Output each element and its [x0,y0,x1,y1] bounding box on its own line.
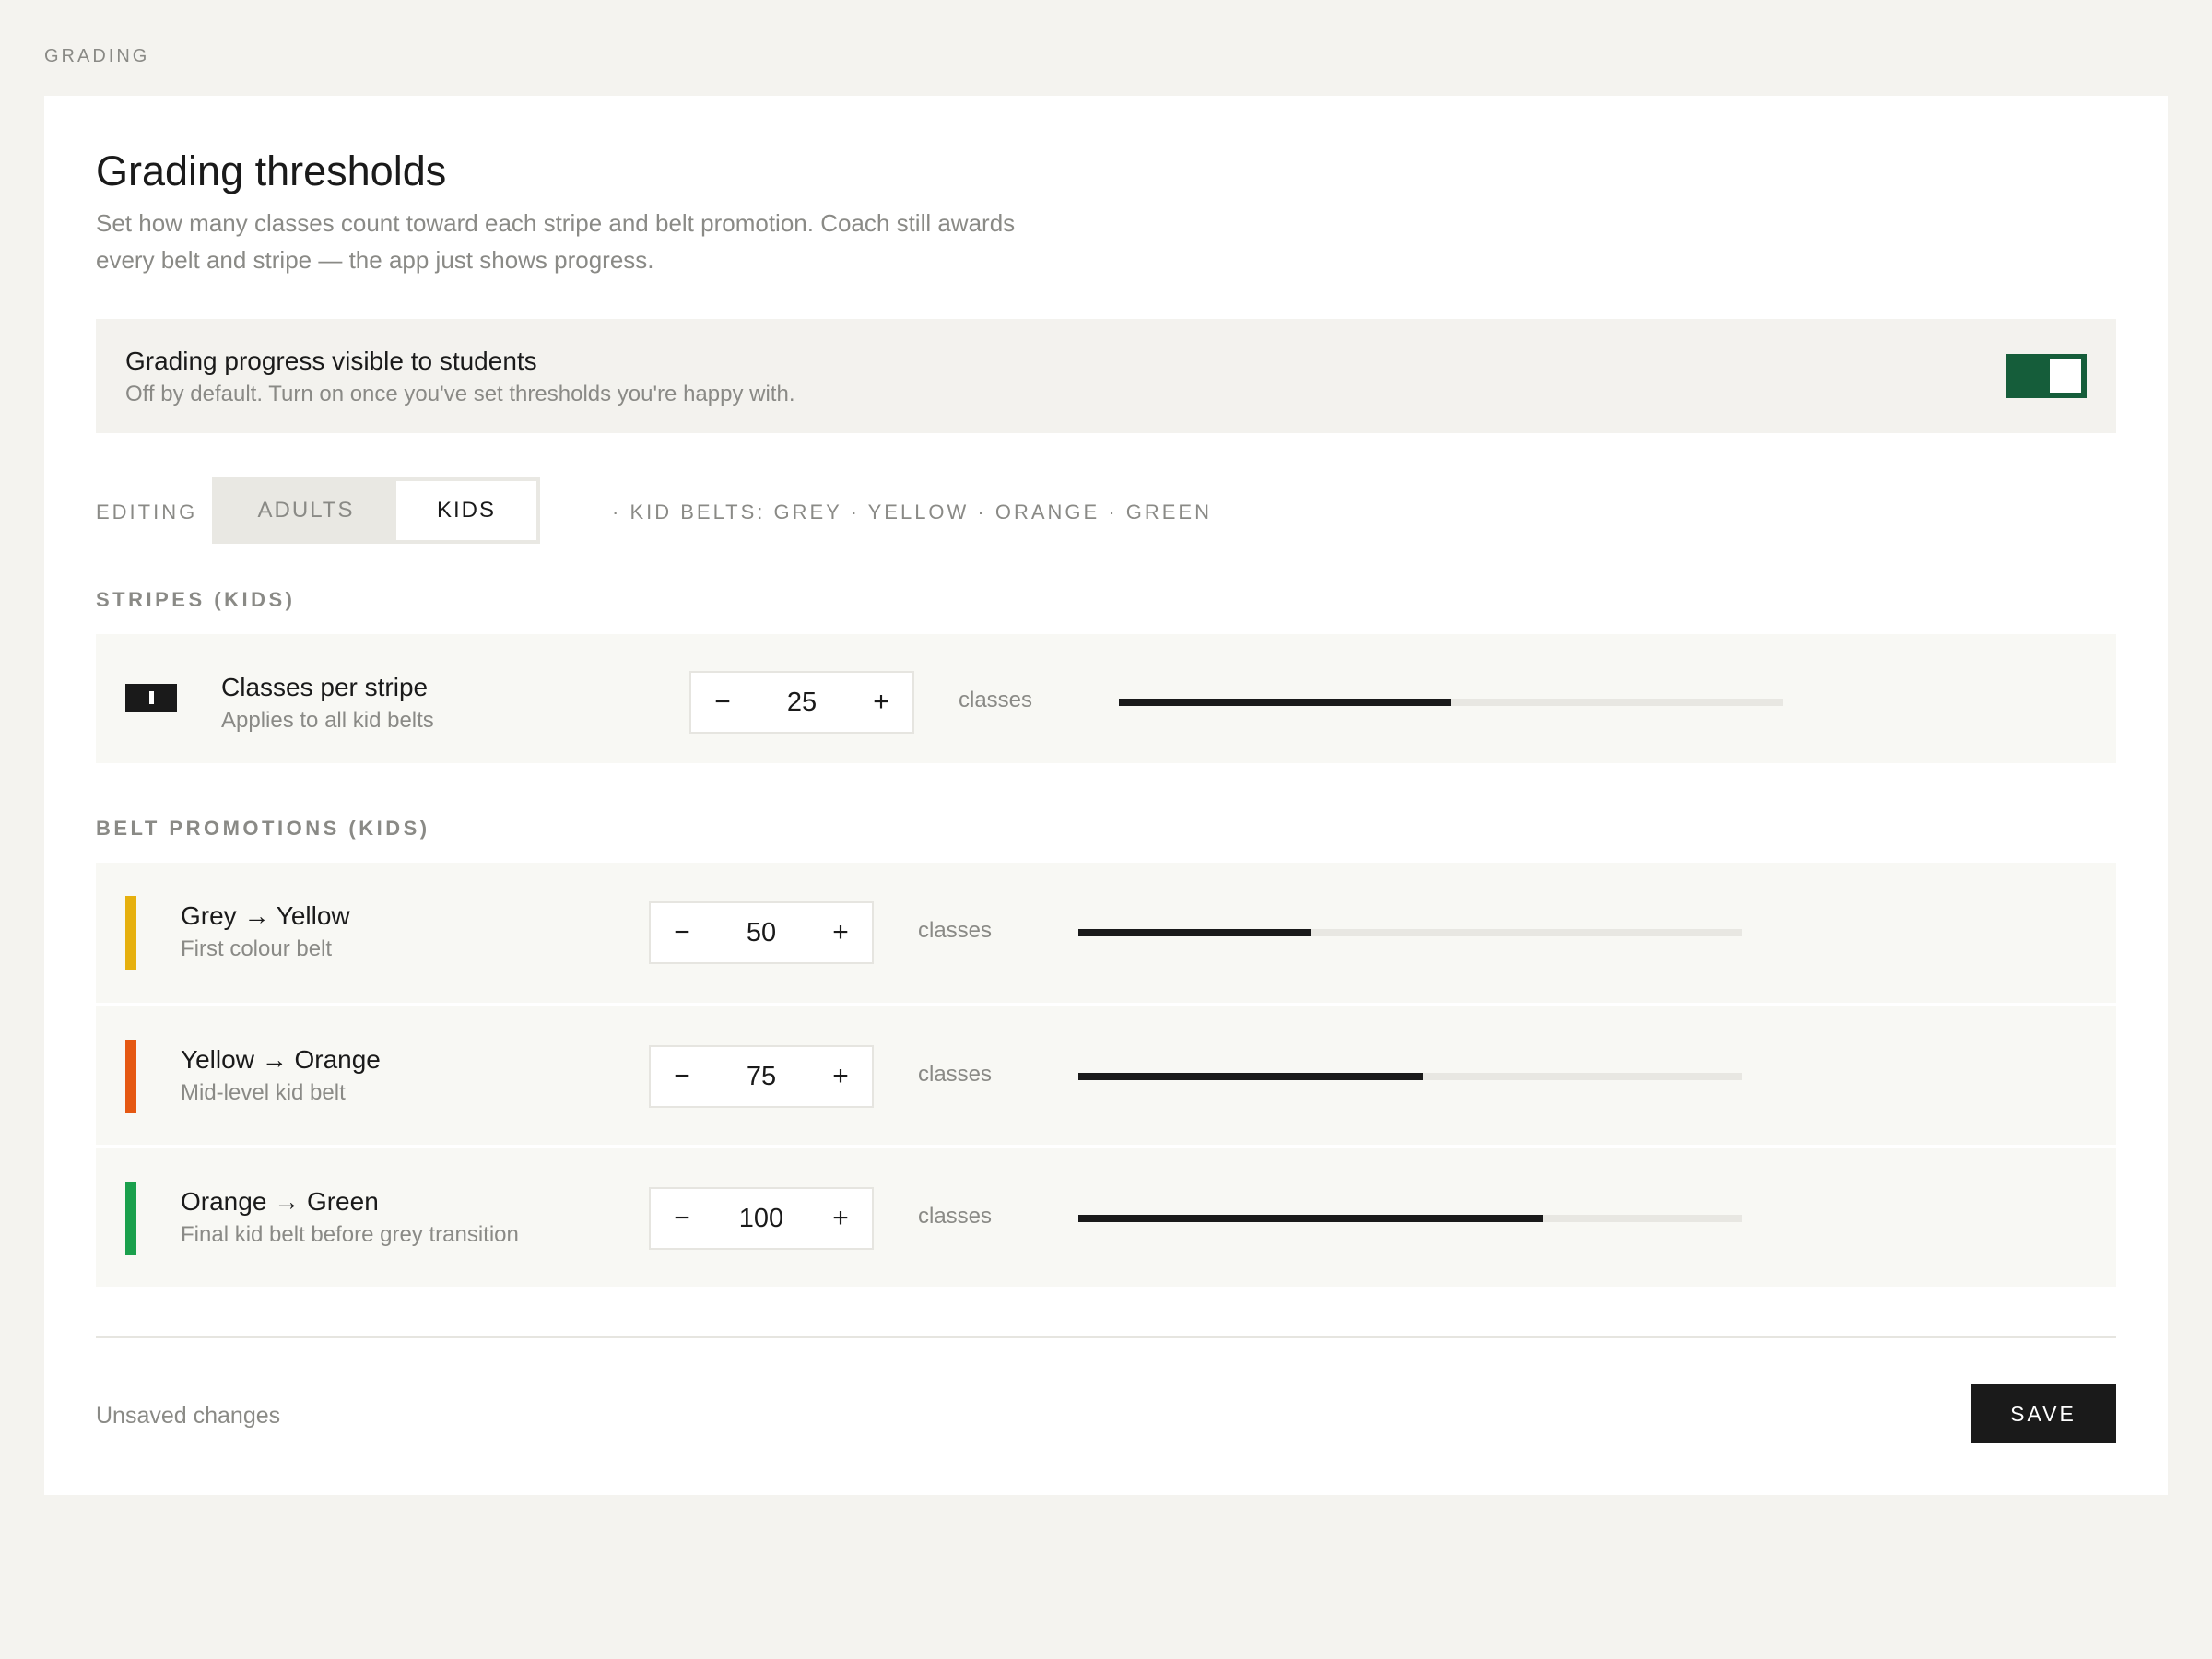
promotion-value-input[interactable]: 50 [710,903,813,962]
page-title: Grading thresholds [96,147,447,194]
promotion-progress-fill [1078,1073,1424,1080]
increment-button[interactable]: + [813,903,868,962]
promotion-stepper: −100 + [649,1187,874,1250]
increment-button[interactable]: + [813,1047,868,1106]
tab-adults[interactable]: ADULTS [216,481,396,540]
promotion-title: Grey → Yellow [181,901,350,930]
stripe-progress-track [1119,699,1783,706]
promotion-progress-track [1078,929,1742,936]
toggle-knob [2050,359,2081,393]
stripe-unit: classes [959,688,1033,712]
promotions-section-label: BELT PROMOTIONS (KIDS) [96,817,430,840]
promotion-title: Orange → Green [181,1187,379,1216]
promotion-row: Yellow → Orange Mid-level kid belt −75 + cla… [96,1005,2116,1145]
promotion-value-input[interactable]: 75 [710,1047,813,1106]
page-description: Set how many classes count toward each s… [96,209,1016,274]
decrement-button[interactable]: − [695,673,750,732]
promotion-stepper: −75 + [649,1045,874,1108]
belt-color-bar [125,1182,136,1255]
stripe-row: Classes per stripe Applies to all kid be… [96,634,2116,763]
promotion-title: Yellow → Orange [181,1045,381,1074]
promotion-unit: classes [918,1062,993,1087]
promotion-unit: classes [918,1204,993,1229]
grading-card: Grading thresholds Set how many classes … [44,96,2168,1495]
visibility-setting: Grading progress visible to students Off… [96,319,2116,433]
audience-segmented-control: ADULTS KIDS [212,477,540,544]
tab-kids[interactable]: KIDS [396,481,536,540]
editing-label: EDITING [96,500,198,524]
breadcrumb: GRADING [44,46,150,66]
stripe-icon [125,684,177,712]
stripe-progress-fill [1119,699,1451,706]
promotion-value-input[interactable]: 100 [710,1189,813,1248]
belt-color-bar [125,896,136,970]
decrement-button[interactable]: − [654,1047,710,1106]
increment-button[interactable]: + [853,673,909,732]
promotion-progress-track [1078,1073,1742,1080]
promotion-unit: classes [918,918,993,943]
promotion-stepper: −50 + [649,901,874,964]
promotion-subtitle: Mid-level kid belt [181,1080,346,1105]
stripe-row-title: Classes per stripe [221,673,429,701]
promotion-progress-fill [1078,1215,1543,1222]
belt-color-bar [125,1040,136,1113]
promotion-subtitle: Final kid belt before grey transition [181,1222,519,1247]
decrement-button[interactable]: − [654,1189,710,1248]
promotion-progress-fill [1078,929,1311,936]
stripes-section-label: STRIPES (KIDS) [96,588,296,611]
visibility-toggle[interactable] [2006,354,2087,398]
editing-row: EDITING ADULTS KIDS · KID BELTS: GREY · … [96,477,2116,544]
promotion-progress-track [1078,1215,1742,1222]
visibility-subtitle: Off by default. Turn on once you've set … [125,382,795,406]
increment-button[interactable]: + [813,1189,868,1248]
promotion-subtitle: First colour belt [181,936,333,961]
stripe-stepper: − 25 + [689,671,914,734]
footer-divider [96,1336,2116,1338]
stripe-row-subtitle: Applies to all kid belts [221,708,434,733]
decrement-button[interactable]: − [654,903,710,962]
save-button[interactable]: SAVE [1971,1384,2116,1443]
save-status: Unsaved changes [96,1403,281,1429]
promotion-row: Grey → Yellow First colour belt −50 + classe… [96,863,2116,1003]
promotion-row: Orange → Green Final kid belt before grey… [96,1147,2116,1287]
stripe-value-input[interactable]: 25 [750,673,853,732]
visibility-title: Grading progress visible to students [125,347,537,375]
kid-belts-note: · KID BELTS: GREY · YELLOW · ORANGE · GR… [612,500,1212,524]
